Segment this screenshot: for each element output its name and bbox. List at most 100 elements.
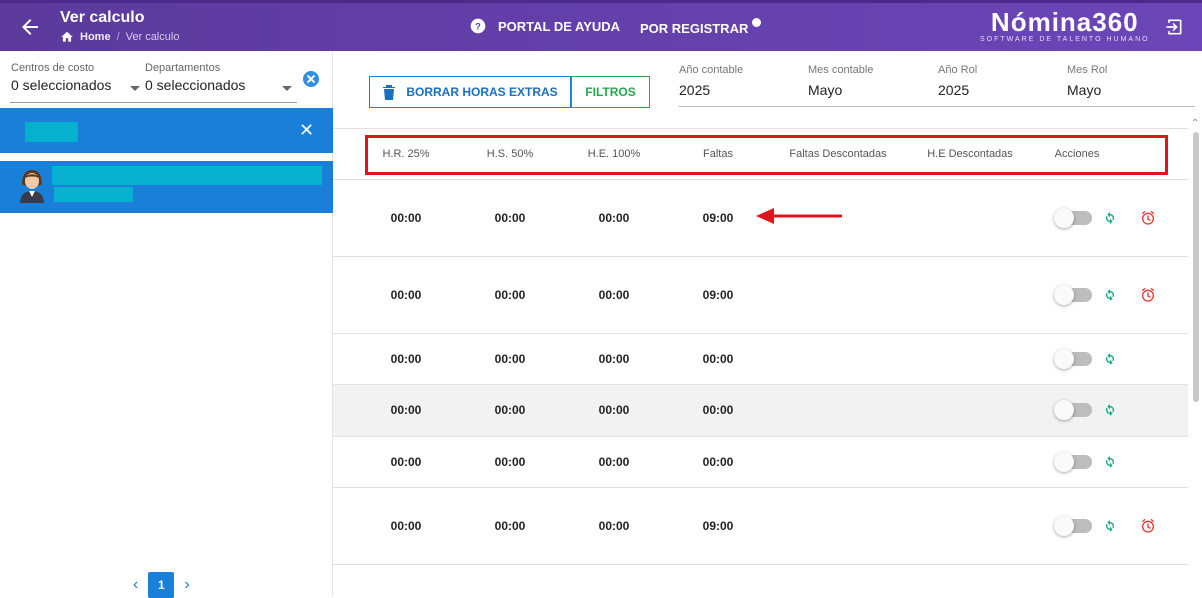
column-header: Acciones [1054, 148, 1100, 160]
column-header: Faltas Descontadas [789, 148, 887, 160]
refresh-icon[interactable] [1102, 351, 1118, 367]
header-highlight-box [365, 135, 1168, 175]
chevron-right-icon[interactable]: › [184, 576, 189, 594]
select-underline [10, 102, 297, 103]
filters-button[interactable]: FILTROS [571, 76, 650, 108]
back-arrow-icon[interactable] [18, 15, 42, 39]
department-value: 0 seleccionados [145, 77, 246, 93]
accounting-year-field[interactable]: Año contable 2025 [679, 64, 743, 98]
page-title: Ver calculo [60, 9, 145, 26]
cell-he100: 00:00 [598, 351, 630, 366]
column-header: H.E. 100% [587, 148, 641, 160]
scrollbar-thumb[interactable] [1193, 132, 1199, 402]
breadcrumb-separator: / [116, 31, 120, 43]
table-row: 00:00 00:00 00:00 09:00 [333, 257, 1188, 334]
row-toggle[interactable] [1054, 400, 1092, 420]
payroll-month-field[interactable]: Mes Rol Mayo [1067, 64, 1107, 98]
department-label: Departamentos [145, 62, 221, 74]
brand-name: Nómina360 [990, 7, 1139, 37]
help-icon: ? [470, 18, 486, 34]
cell-hr25: 00:00 [390, 287, 422, 302]
column-header: H.E Descontadas [927, 148, 1013, 160]
cell-hs50: 00:00 [494, 351, 526, 366]
alarm-clock-icon[interactable] [1140, 210, 1156, 226]
pending-register-link[interactable]: POR REGISTRAR [640, 18, 762, 36]
avatar [20, 170, 44, 203]
column-header: H.R. 25% [382, 148, 430, 160]
field-label: Año contable [679, 64, 744, 76]
brand-logo: Nómina360 SOFTWARE DE TALENTO HUMANO [980, 8, 1150, 43]
field-value: 2025 [679, 82, 711, 98]
cell-he100: 00:00 [598, 287, 630, 302]
field-label: Año Rol [938, 64, 978, 76]
alarm-clock-icon[interactable] [1140, 518, 1156, 534]
cell-faltas: 09:00 [702, 518, 734, 533]
redacted-employee-name [52, 166, 322, 185]
table-row: 00:00 00:00 00:00 00:00 [333, 437, 1188, 488]
home-icon[interactable] [60, 30, 74, 44]
chevron-left-icon[interactable]: ‹ [133, 576, 138, 594]
cell-hr25: 00:00 [390, 518, 422, 533]
cell-hs50: 00:00 [494, 403, 526, 417]
breadcrumb: Home / Ver calculo [60, 30, 179, 44]
scrollbar[interactable]: ⌃ [1189, 118, 1202, 596]
field-value: Mayo [1067, 82, 1102, 98]
breadcrumb-home[interactable]: Home [80, 31, 111, 43]
divider [333, 128, 1188, 129]
refresh-icon[interactable] [1102, 518, 1118, 534]
cell-he100: 00:00 [598, 518, 630, 533]
cost-center-label: Centros de costo [11, 62, 95, 74]
refresh-icon[interactable] [1102, 287, 1118, 303]
field-label: Mes contable [808, 64, 874, 76]
accounting-month-field[interactable]: Mes contable Mayo [808, 64, 873, 98]
cell-faltas: 09:00 [702, 210, 734, 225]
top-bar: Ver calculo Home / Ver calculo ? PORTAL … [0, 0, 1202, 51]
chevron-down-icon [130, 86, 140, 91]
table-row: 00:00 00:00 00:00 00:00 [333, 334, 1188, 385]
selected-group-bar: ✕ [0, 108, 333, 153]
table-row: 00:00 00:00 00:00 09:00 [333, 488, 1188, 565]
delete-overtime-button[interactable]: BORRAR HORAS EXTRAS [369, 76, 571, 108]
refresh-icon[interactable] [1102, 454, 1118, 470]
cell-hr25: 00:00 [390, 454, 422, 469]
cell-hr25: 00:00 [390, 351, 422, 366]
cell-hs50: 00:00 [494, 518, 526, 533]
cell-he100: 00:00 [598, 210, 630, 225]
payroll-year-field[interactable]: Año Rol 2025 [938, 64, 977, 98]
column-header: Faltas [703, 148, 733, 160]
notification-dot [752, 18, 762, 27]
row-toggle[interactable] [1054, 207, 1092, 228]
cost-center-value: 0 seleccionados [11, 77, 112, 93]
employee-sidebar: Centros de costo 0 seleccionados Departa… [0, 51, 333, 598]
redacted-employee-id [54, 187, 133, 202]
field-value: Mayo [808, 82, 843, 98]
cell-faltas: 09:00 [702, 287, 734, 302]
delete-overtime-label: BORRAR HORAS EXTRAS [406, 85, 558, 99]
row-toggle[interactable] [1054, 451, 1092, 472]
logout-icon[interactable] [1164, 17, 1184, 37]
svg-text:?: ? [475, 21, 481, 31]
scroll-up-icon[interactable]: ⌃ [1191, 118, 1199, 129]
row-toggle[interactable] [1054, 348, 1092, 369]
help-portal-link[interactable]: ? PORTAL DE AYUDA [470, 18, 620, 34]
refresh-icon[interactable] [1102, 210, 1118, 226]
refresh-icon[interactable] [1102, 402, 1118, 418]
cell-he100: 00:00 [598, 403, 630, 417]
breadcrumb-current: Ver calculo [125, 31, 180, 43]
close-icon[interactable]: ✕ [299, 120, 314, 141]
trash-icon [383, 85, 396, 100]
clear-filters-icon[interactable] [303, 71, 319, 87]
department-select[interactable]: Departamentos 0 seleccionados [145, 62, 292, 93]
page-button[interactable]: 1 [148, 572, 175, 598]
field-label: Mes Rol [1067, 64, 1108, 76]
brand-tagline: SOFTWARE DE TALENTO HUMANO [980, 36, 1150, 43]
row-toggle[interactable] [1054, 284, 1092, 305]
cell-hs50: 00:00 [494, 210, 526, 225]
row-toggle[interactable] [1054, 515, 1092, 536]
cost-center-select[interactable]: Centros de costo 0 seleccionados [11, 62, 140, 93]
alarm-clock-icon[interactable] [1140, 287, 1156, 303]
cell-he100: 00:00 [598, 454, 630, 469]
chevron-down-icon [282, 86, 292, 91]
employee-list-item[interactable] [0, 161, 333, 213]
cell-faltas: 00:00 [702, 403, 734, 417]
